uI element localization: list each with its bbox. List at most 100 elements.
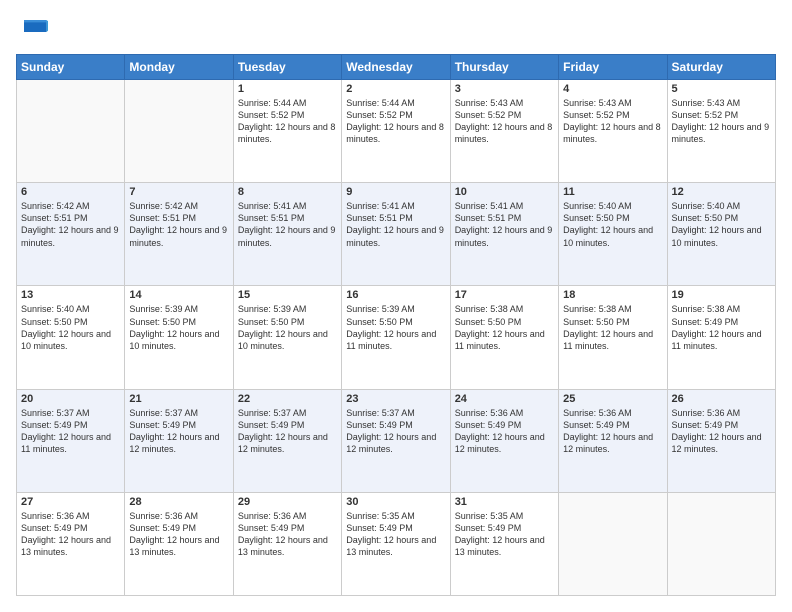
calendar-cell	[17, 80, 125, 183]
day-number: 5	[672, 83, 771, 95]
calendar-cell: 6 Sunrise: 5:42 AMSunset: 5:51 PMDaylight…	[17, 183, 125, 286]
day-number: 15	[238, 289, 337, 301]
day-number: 12	[672, 186, 771, 198]
calendar-week-row: 27 Sunrise: 5:36 AMSunset: 5:49 PMDayligh…	[17, 492, 776, 595]
calendar: SundayMondayTuesdayWednesdayThursdayFrid…	[16, 54, 776, 596]
day-number: 19	[672, 289, 771, 301]
calendar-header-row: SundayMondayTuesdayWednesdayThursdayFrid…	[17, 55, 776, 80]
calendar-cell: 10 Sunrise: 5:41 AMSunset: 5:51 PMDayligh…	[450, 183, 558, 286]
calendar-cell: 14 Sunrise: 5:39 AMSunset: 5:50 PMDayligh…	[125, 286, 233, 389]
day-number: 18	[563, 289, 662, 301]
calendar-cell: 8 Sunrise: 5:41 AMSunset: 5:51 PMDaylight…	[233, 183, 341, 286]
calendar-cell: 3 Sunrise: 5:43 AMSunset: 5:52 PMDaylight…	[450, 80, 558, 183]
day-info: Sunrise: 5:36 AMSunset: 5:49 PMDaylight:…	[563, 407, 662, 456]
day-info: Sunrise: 5:36 AMSunset: 5:49 PMDaylight:…	[21, 510, 120, 559]
day-info: Sunrise: 5:35 AMSunset: 5:49 PMDaylight:…	[455, 510, 554, 559]
calendar-cell	[667, 492, 775, 595]
day-info: Sunrise: 5:41 AMSunset: 5:51 PMDaylight:…	[238, 200, 337, 249]
calendar-cell	[125, 80, 233, 183]
day-info: Sunrise: 5:43 AMSunset: 5:52 PMDaylight:…	[563, 97, 662, 146]
day-info: Sunrise: 5:39 AMSunset: 5:50 PMDaylight:…	[129, 303, 228, 352]
day-info: Sunrise: 5:37 AMSunset: 5:49 PMDaylight:…	[129, 407, 228, 456]
calendar-week-row: 20Sunrise: 5:37 AMSunset: 5:49 PMDayligh…	[17, 389, 776, 492]
calendar-cell: 31 Sunrise: 5:35 AMSunset: 5:49 PMDayligh…	[450, 492, 558, 595]
calendar-day-header: Wednesday	[342, 55, 450, 80]
day-number: 11	[563, 186, 662, 198]
calendar-cell: 17Sunrise: 5:38 AMSunset: 5:50 PMDayligh…	[450, 286, 558, 389]
day-info: Sunrise: 5:44 AMSunset: 5:52 PMDaylight:…	[346, 97, 445, 146]
day-number: 3	[455, 83, 554, 95]
calendar-day-header: Thursday	[450, 55, 558, 80]
calendar-day-header: Friday	[559, 55, 667, 80]
day-number: 6	[21, 186, 120, 198]
calendar-week-row: 13 Sunrise: 5:40 AMSunset: 5:50 PMDayligh…	[17, 286, 776, 389]
day-info: Sunrise: 5:36 AMSunset: 5:49 PMDaylight:…	[672, 407, 771, 456]
day-number: 22	[238, 393, 337, 405]
calendar-week-row: 1 Sunrise: 5:44 AMSunset: 5:52 PMDaylight…	[17, 80, 776, 183]
day-info: Sunrise: 5:39 AMSunset: 5:50 PMDaylight:…	[238, 303, 337, 352]
day-number: 30	[346, 496, 445, 508]
calendar-week-row: 6 Sunrise: 5:42 AMSunset: 5:51 PMDaylight…	[17, 183, 776, 286]
calendar-day-header: Sunday	[17, 55, 125, 80]
calendar-cell: 22 Sunrise: 5:37 AMSunset: 5:49 PMDayligh…	[233, 389, 341, 492]
calendar-cell: 7 Sunrise: 5:42 AMSunset: 5:51 PMDaylight…	[125, 183, 233, 286]
day-info: Sunrise: 5:35 AMSunset: 5:49 PMDaylight:…	[346, 510, 445, 559]
day-info: Sunrise: 5:38 AMSunset: 5:50 PMDaylight:…	[455, 303, 554, 352]
calendar-cell: 15 Sunrise: 5:39 AMSunset: 5:50 PMDayligh…	[233, 286, 341, 389]
calendar-cell: 25 Sunrise: 5:36 AMSunset: 5:49 PMDayligh…	[559, 389, 667, 492]
day-info: Sunrise: 5:42 AMSunset: 5:51 PMDaylight:…	[21, 200, 120, 249]
page: SundayMondayTuesdayWednesdayThursdayFrid…	[0, 0, 792, 612]
calendar-cell: 27 Sunrise: 5:36 AMSunset: 5:49 PMDayligh…	[17, 492, 125, 595]
day-number: 8	[238, 186, 337, 198]
calendar-cell: 11 Sunrise: 5:40 AMSunset: 5:50 PMDayligh…	[559, 183, 667, 286]
day-info: Sunrise: 5:37 AMSunset: 5:49 PMDaylight:…	[346, 407, 445, 456]
calendar-cell: 20Sunrise: 5:37 AMSunset: 5:49 PMDayligh…	[17, 389, 125, 492]
calendar-day-header: Tuesday	[233, 55, 341, 80]
day-number: 24	[455, 393, 554, 405]
calendar-day-header: Saturday	[667, 55, 775, 80]
day-number: 23	[346, 393, 445, 405]
day-info: Sunrise: 5:38 AMSunset: 5:49 PMDaylight:…	[672, 303, 771, 352]
calendar-cell	[559, 492, 667, 595]
day-number: 16	[346, 289, 445, 301]
calendar-cell: 19 Sunrise: 5:38 AMSunset: 5:49 PMDayligh…	[667, 286, 775, 389]
calendar-cell: 5 Sunrise: 5:43 AMSunset: 5:52 PMDaylight…	[667, 80, 775, 183]
calendar-day-header: Monday	[125, 55, 233, 80]
calendar-cell: 12 Sunrise: 5:40 AMSunset: 5:50 PMDayligh…	[667, 183, 775, 286]
day-number: 10	[455, 186, 554, 198]
day-number: 4	[563, 83, 662, 95]
day-info: Sunrise: 5:42 AMSunset: 5:51 PMDaylight:…	[129, 200, 228, 249]
day-info: Sunrise: 5:38 AMSunset: 5:50 PMDaylight:…	[563, 303, 662, 352]
day-number: 13	[21, 289, 120, 301]
day-number: 28	[129, 496, 228, 508]
day-number: 21	[129, 393, 228, 405]
day-info: Sunrise: 5:41 AMSunset: 5:51 PMDaylight:…	[455, 200, 554, 249]
logo	[16, 16, 52, 44]
day-info: Sunrise: 5:36 AMSunset: 5:49 PMDaylight:…	[238, 510, 337, 559]
day-info: Sunrise: 5:37 AMSunset: 5:49 PMDaylight:…	[21, 407, 120, 456]
calendar-cell: 1 Sunrise: 5:44 AMSunset: 5:52 PMDaylight…	[233, 80, 341, 183]
day-info: Sunrise: 5:40 AMSunset: 5:50 PMDaylight:…	[672, 200, 771, 249]
calendar-cell: 18 Sunrise: 5:38 AMSunset: 5:50 PMDayligh…	[559, 286, 667, 389]
calendar-cell: 24Sunrise: 5:36 AMSunset: 5:49 PMDayligh…	[450, 389, 558, 492]
day-number: 14	[129, 289, 228, 301]
calendar-cell: 23 Sunrise: 5:37 AMSunset: 5:49 PMDayligh…	[342, 389, 450, 492]
day-number: 25	[563, 393, 662, 405]
calendar-cell: 21 Sunrise: 5:37 AMSunset: 5:49 PMDayligh…	[125, 389, 233, 492]
day-number: 2	[346, 83, 445, 95]
day-info: Sunrise: 5:43 AMSunset: 5:52 PMDaylight:…	[672, 97, 771, 146]
day-number: 26	[672, 393, 771, 405]
day-number: 27	[21, 496, 120, 508]
day-number: 1	[238, 83, 337, 95]
day-number: 31	[455, 496, 554, 508]
calendar-cell: 4 Sunrise: 5:43 AMSunset: 5:52 PMDaylight…	[559, 80, 667, 183]
calendar-cell: 9Sunrise: 5:41 AMSunset: 5:51 PMDaylight…	[342, 183, 450, 286]
day-info: Sunrise: 5:44 AMSunset: 5:52 PMDaylight:…	[238, 97, 337, 146]
logo-icon	[16, 16, 48, 44]
day-info: Sunrise: 5:40 AMSunset: 5:50 PMDaylight:…	[563, 200, 662, 249]
day-info: Sunrise: 5:40 AMSunset: 5:50 PMDaylight:…	[21, 303, 120, 352]
day-number: 9	[346, 186, 445, 198]
day-number: 7	[129, 186, 228, 198]
day-info: Sunrise: 5:37 AMSunset: 5:49 PMDaylight:…	[238, 407, 337, 456]
day-info: Sunrise: 5:43 AMSunset: 5:52 PMDaylight:…	[455, 97, 554, 146]
